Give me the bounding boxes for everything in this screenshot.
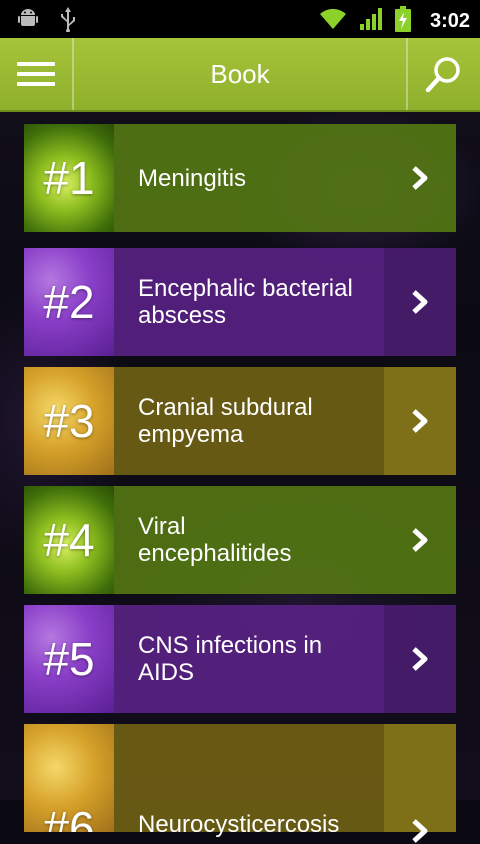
list-item[interactable]: #3 Cranial subdural empyema [24,367,456,475]
chapter-number: #3 [43,395,95,447]
signal-icon [358,6,384,37]
chapter-number: #6 [43,802,95,832]
list-item[interactable]: #1 Meningitis [24,124,456,232]
chapter-number: #5 [43,633,95,685]
chevron-right-icon[interactable] [384,486,456,594]
battery-charging-icon [394,5,412,38]
chapter-number: #1 [43,152,95,204]
chapter-title: Meningitis [138,164,247,192]
chevron-right-icon[interactable] [384,124,456,232]
chevron-right-icon[interactable] [384,248,456,356]
status-bar: 3:02 [0,0,480,38]
chapter-thumbnail: #1 [24,124,114,232]
menu-button[interactable] [0,38,72,110]
android-icon [16,6,40,37]
chapter-thumbnail: #2 [24,248,114,356]
status-time: 3:02 [429,10,470,32]
action-bar: Book [0,38,480,112]
list-item[interactable]: #6 Neurocysticercosis [24,724,456,843]
wifi-icon [318,7,348,36]
chapter-title: CNS infections in AIDS [138,632,323,686]
list-item[interactable]: #2 Encephalic bacterial abscess [24,248,456,356]
page-title: Book [210,59,270,89]
chevron-right-icon[interactable] [384,367,456,475]
chapter-title: Neurocysticercosis [138,811,340,838]
chevron-right-icon[interactable] [384,605,456,713]
chapter-thumbnail: #6 [24,724,114,832]
chapter-number: #4 [43,514,95,566]
chapter-title: Cranial subdural empyema [138,394,313,448]
chevron-right-icon[interactable] [384,724,456,843]
chapter-title: Encephalic bacterial abscess [138,275,353,329]
chapter-title: Viral encephalitides [138,513,292,567]
hamburger-menu-icon [17,56,55,92]
chapter-thumbnail: #5 [24,605,114,713]
chapter-number: #2 [43,276,95,328]
list-item[interactable]: #5 CNS infections in AIDS [24,605,456,713]
chapter-thumbnail: #3 [24,367,114,475]
chapter-thumbnail: #4 [24,486,114,594]
list-item[interactable]: #4 Viral encephalitides [24,486,456,594]
search-button[interactable] [408,38,480,110]
search-icon [425,57,460,93]
usb-icon [58,6,78,37]
